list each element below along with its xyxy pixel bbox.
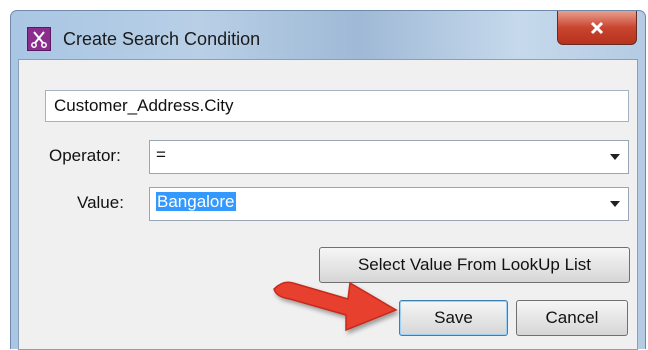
- dialog-window: Create Search Condition Customer_Address…: [10, 10, 646, 350]
- scissors-icon: [27, 27, 51, 51]
- value-dropdown[interactable]: Bangalore: [149, 187, 629, 221]
- field-path-textbox[interactable]: Customer_Address.City: [45, 90, 629, 122]
- window-title: Create Search Condition: [63, 29, 261, 49]
- operator-value: =: [156, 145, 166, 164]
- close-button[interactable]: [557, 11, 637, 45]
- chevron-down-icon: [610, 201, 620, 207]
- close-icon: [590, 21, 604, 34]
- value-input-text: Bangalore: [156, 192, 236, 211]
- operator-dropdown[interactable]: =: [149, 140, 629, 174]
- cancel-button[interactable]: Cancel: [516, 300, 628, 336]
- value-label: Value:: [77, 193, 124, 212]
- title-bar[interactable]: Create Search Condition: [11, 11, 645, 59]
- dialog-body: Customer_Address.City Operator: = Value:…: [18, 59, 638, 350]
- select-from-lookup-button[interactable]: Select Value From LookUp List: [319, 247, 630, 283]
- save-button[interactable]: Save: [399, 300, 508, 336]
- operator-label: Operator:: [49, 146, 121, 165]
- chevron-down-icon: [610, 154, 620, 160]
